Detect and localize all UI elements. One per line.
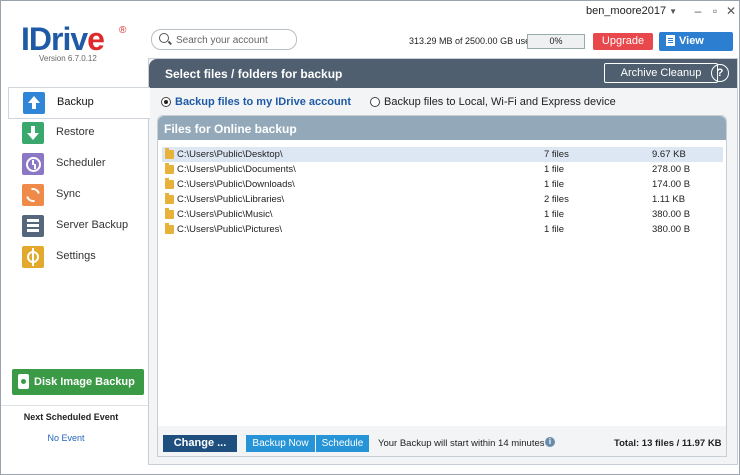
next-scheduled-value: No Event	[47, 433, 85, 443]
username: ben_moore2017	[585, 5, 667, 17]
server-backup-icon	[22, 215, 44, 237]
disk-image-backup-button[interactable]: Disk Image Backup	[12, 369, 144, 395]
view-logs-button[interactable]: View Logs	[659, 32, 733, 66]
disk-icon	[18, 374, 29, 389]
user-menu[interactable]: ben_moore2017 ▼	[586, 5, 677, 17]
maximize-icon[interactable]: ▫	[708, 4, 722, 18]
sidebar-item-server-backup[interactable]: Server Backup	[8, 211, 148, 241]
close-icon[interactable]: ✕	[724, 4, 738, 18]
files-panel-title: Files for Online backup	[164, 122, 297, 136]
storage-usage: 313.29 MB of 2500.00 GB used	[409, 36, 536, 46]
file-row[interactable]: C:\Users\Public\Documents\ 1 file 278.00…	[162, 162, 723, 177]
sidebar-item-sync[interactable]: Sync	[8, 180, 148, 210]
file-row[interactable]: C:\Users\Public\Libraries\ 2 files 1.11 …	[162, 192, 723, 207]
backup-status-message: Your Backup will start within 14 minutes	[378, 438, 545, 449]
sync-icon	[22, 184, 44, 206]
sidebar-item-backup[interactable]: Backup	[8, 87, 150, 119]
file-row[interactable]: C:\Users\Public\Pictures\ 1 file 380.00 …	[162, 222, 723, 237]
search-box[interactable]	[151, 29, 297, 50]
sidebar: Backup Restore Scheduler Sync Server Bac…	[1, 87, 150, 473]
schedule-button[interactable]: Schedule	[316, 435, 369, 452]
next-scheduled-label: Next Scheduled Event	[23, 412, 119, 422]
folder-icon	[165, 223, 174, 234]
help-icon[interactable]: ?	[711, 64, 729, 82]
main-panel: Select files / folders for backup Archiv…	[148, 58, 738, 465]
change-button[interactable]: Change ...	[163, 435, 237, 452]
action-bar: Change ... Backup Now Schedule Your Back…	[158, 426, 726, 456]
radio-unselected-icon	[370, 97, 380, 107]
upgrade-button[interactable]: Upgrade	[593, 33, 653, 50]
restore-icon	[22, 122, 44, 144]
search-input[interactable]	[174, 32, 293, 48]
info-icon[interactable]: i	[545, 437, 555, 447]
folder-icon	[165, 193, 174, 204]
settings-icon	[22, 246, 44, 268]
file-row[interactable]: C:\Users\Public\Desktop\ 7 files 9.67 KB	[162, 147, 723, 162]
file-row[interactable]: C:\Users\Public\Music\ 1 file 380.00 B	[162, 207, 723, 222]
file-row[interactable]: C:\Users\Public\Downloads\ 1 file 174.00…	[162, 177, 723, 192]
minimize-icon[interactable]: –	[691, 4, 705, 18]
total-summary: Total: 13 files / 11.97 KB	[614, 438, 722, 449]
backup-icon	[23, 92, 45, 114]
folder-icon	[165, 163, 174, 174]
page-title: Select files / folders for backup	[165, 67, 343, 81]
search-icon	[159, 33, 169, 43]
file-list: C:\Users\Public\Desktop\ 7 files 9.67 KB…	[162, 147, 723, 237]
radio-selected-icon	[161, 97, 171, 107]
folder-icon	[165, 208, 174, 219]
sidebar-item-scheduler[interactable]: Scheduler	[8, 149, 148, 179]
sidebar-item-settings[interactable]: Settings	[8, 242, 148, 272]
archive-cleanup-button[interactable]: Archive Cleanup	[604, 63, 718, 83]
usage-progress-bar: 0%	[527, 34, 585, 49]
folder-icon	[165, 178, 174, 189]
logs-icon	[666, 35, 675, 46]
sidebar-divider	[1, 405, 148, 406]
files-panel: Files for Online backup C:\Users\Public\…	[157, 115, 727, 457]
files-panel-header: Files for Online backup	[158, 116, 726, 140]
scheduler-icon	[22, 153, 44, 175]
sidebar-item-restore[interactable]: Restore	[8, 118, 148, 148]
main-header: Select files / folders for backup Archiv…	[149, 59, 737, 88]
folder-icon	[165, 148, 174, 159]
idrive-window: ben_moore2017 ▼ – ▫ ✕ IDrive ® Version 6.…	[0, 0, 740, 475]
chevron-down-icon: ▼	[669, 7, 677, 16]
version-label: Version 6.7.0.12	[39, 54, 97, 63]
titlebar: ben_moore2017 ▼ – ▫ ✕	[1, 1, 739, 21]
backup-now-button[interactable]: Backup Now	[246, 435, 315, 452]
